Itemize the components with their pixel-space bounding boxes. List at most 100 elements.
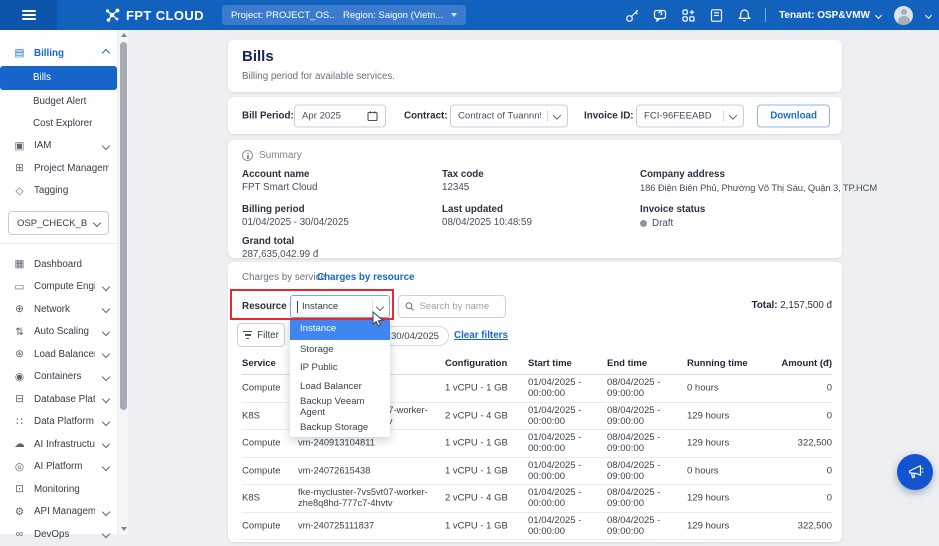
account-name-label: Account name [242,169,310,180]
chevron-down-icon [102,283,110,291]
sidebar-item-data-platform[interactable]: ∷ Data Platform [0,411,117,434]
sidebar-item-project-management[interactable]: ⊞ Project Management [0,157,117,180]
tenant-selector[interactable]: Tenant: OSP&VMW [779,10,881,21]
search-box[interactable] [398,295,506,318]
summary-header: Summary [259,150,302,161]
ai-platform-icon: ◎ [13,461,26,473]
chevron-down-icon [553,111,561,119]
sidebar-item-cost-explorer[interactable]: Cost Explorer [0,113,117,135]
sidebar-item-ai-infrastructure[interactable]: ☁ AI Infrastructure [0,433,117,456]
invoice-id-select[interactable]: FCI-96FEEABD [636,104,744,127]
bill-period-input[interactable]: Apr 2025 [294,104,386,127]
dashboard-icon: ▦ [13,258,26,270]
sidebar-item-dashboard[interactable]: ▦ Dashboard [0,253,117,276]
scrollbar-thumb[interactable] [120,42,127,410]
header-service: Service [242,358,276,369]
clear-filters-link[interactable]: Clear filters [454,330,508,341]
sidebar-item-tagging[interactable]: ◇ Tagging [0,180,117,203]
sidebar-item-devops[interactable]: ∞ DevOps [0,523,117,546]
sidebar-scrollbar[interactable] [117,30,128,534]
sidebar-item-bills[interactable]: Bills [0,66,117,90]
search-icon [405,301,414,312]
hamburger-menu-button[interactable] [0,0,57,30]
tax-code-value: 12345 [442,182,469,193]
billing-period-value: 01/04/2025 - 30/04/2025 [242,217,349,228]
user-avatar[interactable] [894,6,913,25]
chevron-down-icon [102,350,110,358]
chevron-down-icon [729,111,737,119]
support-chat-icon[interactable] [653,8,668,23]
invoice-id-label: Invoice ID: [584,110,634,121]
search-input[interactable] [419,301,499,312]
chevron-down-icon [102,530,110,538]
dropdown-option-backup-storage[interactable]: Backup Storage [290,418,390,437]
sidebar-item-containers[interactable]: ◉ Containers [0,366,117,389]
sidebar-item-database-platform[interactable]: ⊟ Database Platform [0,388,117,411]
resource-type-combobox[interactable]: Instance [290,295,390,318]
database-platform-icon: ⊟ [13,393,26,405]
sidebar-item-iam[interactable]: ▣ IAM [0,135,117,158]
sidebar-item-load-balancer[interactable]: ⊛ Load Balancer [0,343,117,366]
header-configuration: Configuration [445,358,507,369]
calendar-icon [367,110,378,121]
invoice-status-label: Invoice status [640,204,705,215]
resource-type-dropdown-menu: Instance Storage IP Public Load Balancer… [290,318,390,437]
dropdown-option-load-balancer[interactable]: Load Balancer [290,377,390,396]
apps-grid-icon[interactable] [681,8,696,23]
bill-period-label: Bill Period: [242,110,294,121]
fpt-cloud-logo[interactable]: FPT CLOUD [104,0,204,30]
hamburger-icon [22,10,36,20]
tab-charges-by-service[interactable]: Charges by service [242,272,326,283]
table-row[interactable]: Compute vm-24072615438 1 vCPU - 1 GB 01/… [242,458,832,486]
sidebar-item-ai-platform[interactable]: ◎ AI Platform [0,456,117,479]
sidebar-item-billing[interactable]: ▤ Billing [0,42,117,65]
logo-text: FPT CLOUD [126,8,204,23]
sidebar-item-budget-alert[interactable]: Budget Alert [0,91,117,113]
header-start-time: Start time [528,358,598,369]
filter-icon [243,331,252,339]
chevron-down-icon [875,11,882,18]
api-management-icon: ⚙ [13,506,26,518]
page-subtitle: Billing period for available services. [242,71,395,82]
region-selector-label: Region: Saigon (Vietn... [343,10,443,21]
dropdown-option-instance[interactable]: Instance [290,318,390,340]
containers-icon: ◉ [13,371,26,383]
download-button[interactable]: Download [757,104,830,127]
network-icon: ⊕ [13,303,26,315]
feedback-fab-button[interactable] [897,454,933,490]
table-row[interactable]: K8S fke-mycluster-7vs5vt07-worker-zhe8q8… [242,485,832,513]
billing-doc-icon[interactable] [709,8,724,23]
chevron-down-icon [102,440,110,448]
header-end-time: End time [607,358,679,369]
sidebar-item-api-management[interactable]: ⚙ API Management [0,501,117,524]
project-management-icon: ⊞ [13,162,26,174]
region-selector[interactable]: Region: Saigon (Vietn... [334,5,466,25]
tab-charges-by-resource[interactable]: Charges by resource [317,272,414,283]
dropdown-option-backup-veeam-agent[interactable]: Backup Veeam Agent [290,396,390,418]
billing-period-label: Billing period [242,204,305,215]
sidebar-item-network[interactable]: ⊕ Network [0,298,117,321]
dropdown-option-ip-public[interactable]: IP Public [290,358,390,377]
table-row[interactable]: Compute vm-240725111837 1 vCPU - 1 GB 01… [242,513,832,541]
filter-button[interactable]: Filter [237,323,285,347]
chevron-down-icon [102,142,110,150]
dropdown-option-storage[interactable]: Storage [290,340,390,359]
sidebar-item-monitoring[interactable]: ⊡ Monitoring [0,478,117,501]
scroll-down-arrow[interactable] [121,527,127,531]
avatar-chevron-icon[interactable] [925,11,932,18]
sidebar-item-compute-engine[interactable]: ▭ Compute Engine [0,276,117,299]
info-icon [242,150,253,161]
summary-card: Summary Account name FPT Smart Cloud Tax… [228,140,842,258]
key-icon[interactable] [625,8,640,23]
total-label: Total: [752,300,778,311]
topbar-divider [765,8,766,22]
tagging-icon: ◇ [13,185,26,197]
notification-bell-icon[interactable] [737,8,752,23]
scroll-up-arrow[interactable] [121,33,127,37]
contract-select[interactable]: Contract of Tuannn52... [450,104,568,127]
grand-total-value: 287,635,042.99 đ [242,249,318,260]
sidebar-item-auto-scaling[interactable]: ⇅ Auto Scaling [0,321,117,344]
project-scope-select[interactable]: OSP_CHECK_BILL_001 [8,211,109,235]
chevron-up-icon [102,49,110,57]
monitoring-icon: ⊡ [13,483,26,495]
